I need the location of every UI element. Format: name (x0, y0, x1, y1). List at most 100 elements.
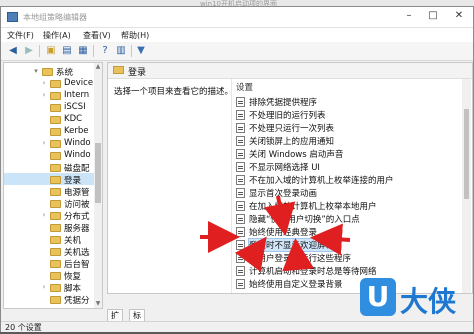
toolbar: ◀ ▶ ▣ ▤ ▦ ? ▥ ▼ (1, 42, 473, 61)
minimize-button[interactable]: – (401, 9, 417, 23)
setting-row[interactable]: 排除凭据提供程序 (236, 96, 456, 108)
setting-row[interactable]: 不处理只运行一次列表 (236, 122, 456, 134)
export-icon[interactable]: ▦ (77, 45, 89, 57)
back-icon[interactable]: ◀ (7, 45, 19, 57)
settings-scrollbar[interactable] (462, 79, 471, 293)
tree-item[interactable]: KDC (4, 113, 94, 125)
tree-item[interactable]: 电源管 (4, 185, 94, 198)
setting-row[interactable]: 关闭锁屏上的应用通知 (236, 135, 456, 147)
folder-icon (50, 296, 61, 304)
setting-row[interactable]: 在加入域的计算机上枚举本地用户 (236, 200, 456, 212)
tree-item[interactable]: 关机 (4, 233, 94, 246)
scroll-down-icon[interactable]: ▼ (94, 300, 102, 308)
watermark-letter: U (360, 278, 396, 316)
up-folder-icon[interactable]: ▣ (45, 45, 57, 57)
scroll-up-icon[interactable]: ▲ (94, 63, 102, 71)
tree-item[interactable]: iSCSI (4, 101, 94, 113)
folder-icon (50, 92, 61, 100)
tree-item[interactable]: 恢复 (4, 269, 94, 282)
folder-icon (50, 248, 61, 256)
scroll-thumb[interactable] (95, 143, 101, 203)
tree-item[interactable]: 凭据分 (4, 293, 94, 306)
filter-icon[interactable]: ▼ (135, 45, 147, 57)
folder-icon (113, 66, 124, 74)
folder-icon (50, 104, 61, 112)
chevron-right-icon[interactable]: › (40, 137, 48, 149)
policy-icon (236, 123, 245, 133)
menu-help[interactable]: 帮助(H) (121, 30, 149, 41)
folder-icon (50, 284, 61, 292)
status-bar: 20 个设置 (1, 321, 473, 332)
setting-row[interactable]: 始终使用经典登录 (236, 226, 456, 238)
show-hide-tree-icon[interactable]: ▤ (61, 45, 73, 57)
tree-item[interactable]: › Device (4, 77, 94, 89)
policy-icon (236, 188, 245, 198)
policy-icon (236, 175, 245, 185)
setting-row[interactable]: 不处理旧的运行列表 (236, 109, 456, 121)
chevron-right-icon[interactable]: › (40, 89, 48, 101)
properties-icon[interactable]: ▥ (115, 45, 127, 57)
policy-icon (236, 227, 245, 237)
help-icon[interactable]: ? (99, 45, 111, 57)
setting-row-no-welcome-screen[interactable]: 登录时不显示欢迎屏幕 (236, 238, 456, 252)
setting-row[interactable]: 不显示网络选择 UI (236, 161, 456, 173)
chevron-right-icon[interactable]: › (40, 209, 48, 221)
policy-icon (236, 110, 245, 120)
folder-icon (50, 224, 61, 232)
site-watermark-logo: U 大侠 (360, 278, 470, 318)
tree-item[interactable]: 关机选 (4, 245, 94, 258)
menu-view[interactable]: 查看(V) (83, 30, 111, 41)
policy-icon (236, 136, 245, 146)
tree-item[interactable]: Kerbe (4, 125, 94, 137)
navigation-tree: ▾ 系统 › Device › Intern iSCSI KDC Kerbe › (3, 62, 103, 309)
menu-file[interactable]: 文件(F) (7, 30, 34, 41)
policy-icon (236, 214, 245, 224)
scroll-thumb[interactable] (464, 109, 469, 199)
tree-item[interactable]: › Intern (4, 89, 94, 101)
tree-item-logon[interactable]: 登录 (4, 173, 94, 186)
menu-action[interactable]: 操作(A) (43, 30, 71, 41)
tree-item[interactable]: › Windo (4, 137, 94, 149)
tree-item[interactable]: 服务器 (4, 221, 94, 234)
tree-item[interactable]: 访问被 (4, 197, 94, 210)
policy-icon (236, 201, 245, 211)
tree-scrollbar[interactable]: ▲ ▼ (94, 63, 102, 308)
folder-icon (50, 212, 61, 220)
tree-item[interactable]: 磁盘配 (4, 161, 94, 174)
setting-row[interactable]: 不在加入域的计算机上枚举连接的用户 (236, 174, 456, 186)
chevron-down-icon[interactable]: ▾ (32, 65, 40, 77)
close-button[interactable]: ✕ (451, 9, 467, 23)
folder-icon (50, 164, 61, 172)
chevron-right-icon[interactable]: › (40, 77, 48, 89)
forward-icon[interactable]: ▶ (23, 45, 35, 57)
policy-icon (236, 149, 245, 159)
policy-icon (236, 253, 245, 263)
tree-item[interactable]: › 脚本 (4, 281, 94, 294)
folder-icon (50, 152, 61, 160)
settings-pane: 登录 选择一个项目来查看它的描述。 设置 排除凭据提供程序 不处理旧的运行列表 … (107, 62, 473, 294)
folder-icon (50, 80, 61, 88)
tree-item[interactable]: Windo (4, 149, 94, 161)
tree-item[interactable]: 后台智 (4, 257, 94, 270)
setting-row[interactable]: 在用户登录时运行这些程序 (236, 252, 456, 264)
setting-row[interactable]: 隐藏“快速用户切换”的入口点 (236, 213, 456, 225)
setting-row[interactable]: 显示首次登录动画 (236, 187, 456, 199)
menu-bar: 文件(F) 操作(A) 查看(V) 帮助(H) (1, 28, 473, 42)
setting-row[interactable]: 计算机启动和登录时总是等待网络 (236, 265, 456, 277)
title-bar: 本地组策略编辑器 – □ ✕ (1, 7, 473, 28)
window-title: 本地组策略编辑器 (23, 13, 87, 22)
policy-icon (236, 97, 245, 107)
folder-icon (50, 128, 61, 136)
app-icon (7, 12, 18, 22)
folder-icon (42, 68, 53, 76)
column-header-setting[interactable]: 设置 (236, 81, 253, 93)
pane-header: 登录 (108, 63, 472, 79)
tree-item[interactable]: › 分布式 (4, 209, 94, 222)
pane-title: 登录 (128, 68, 147, 78)
description-text: 选择一个项目来查看它的描述。 (114, 87, 234, 97)
folder-icon (50, 200, 61, 208)
tree-item-system[interactable]: ▾ 系统 (4, 65, 94, 78)
chevron-right-icon[interactable]: › (40, 281, 48, 293)
setting-row[interactable]: 关闭 Windows 启动声音 (236, 148, 456, 160)
maximize-button[interactable]: □ (425, 9, 441, 23)
